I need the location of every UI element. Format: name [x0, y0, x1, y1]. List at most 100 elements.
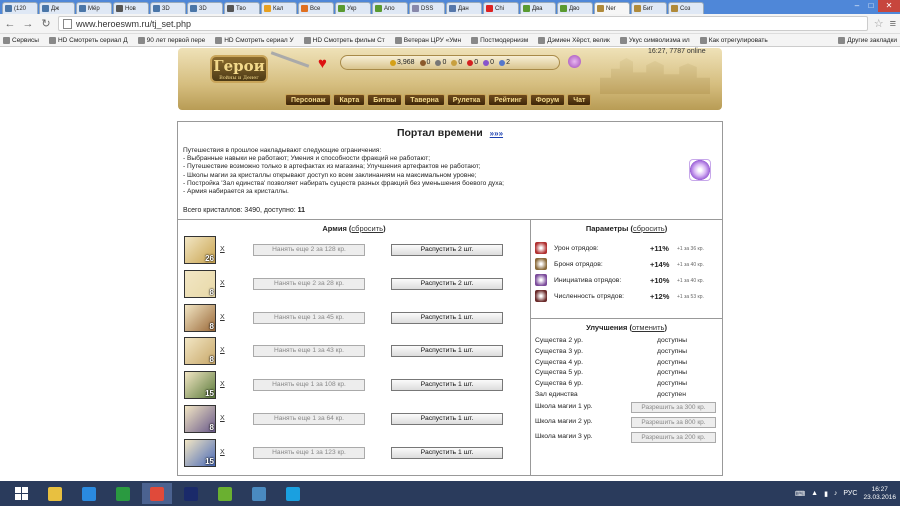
nav-link[interactable]: Рейтинг [488, 94, 528, 106]
resource-value: 0 [458, 59, 463, 66]
browser-tab[interactable]: Бит [631, 2, 667, 14]
dismiss-button[interactable]: Распустить 1 шт. [391, 345, 503, 358]
nav-link[interactable]: Чат [567, 94, 592, 106]
bookmark-item[interactable]: Дэмиен Хёрст, велик [538, 36, 610, 44]
close-icon[interactable]: ✕ [878, 0, 900, 12]
unit-portrait[interactable]: 15 [184, 438, 216, 467]
taskbar-app-button[interactable] [176, 483, 206, 504]
browser-tab[interactable]: Два [520, 2, 556, 14]
browser-tab[interactable]: Дво [557, 2, 593, 14]
browser-tab[interactable]: Кал [261, 2, 297, 14]
start-button[interactable] [6, 483, 36, 504]
nav-link[interactable]: Карта [333, 94, 366, 106]
browser-tab[interactable]: Нов [113, 2, 149, 14]
browser-tab[interactable]: Соз [668, 2, 704, 14]
bookmark-item[interactable]: Другие закладки [838, 36, 897, 44]
nav-link[interactable]: Рулетка [446, 94, 487, 106]
browser-tab[interactable]: DSS [409, 2, 445, 14]
browser-tab[interactable]: 3D [187, 2, 223, 14]
network-icon[interactable]: ▮ [824, 490, 828, 498]
browser-tab[interactable]: (120 [2, 2, 38, 14]
browser-tab[interactable]: 3D [150, 2, 186, 14]
url-input[interactable]: www.heroeswm.ru/tj_set.php [58, 16, 868, 31]
parameter-cost[interactable]: +1 за 36 кр. [677, 246, 704, 252]
bookmark-item[interactable]: HD Смотреть фильм Ст [303, 36, 385, 44]
taskbar-app-button[interactable] [244, 483, 274, 504]
resource-item: 3,968 [390, 59, 415, 66]
taskbar-app-button[interactable] [108, 483, 138, 504]
bookmark-item[interactable]: Ветеран ЦРУ «Умн [394, 36, 461, 44]
reload-icon[interactable]: ↻ [40, 17, 52, 30]
parameter-cost[interactable]: +1 за 53 кр. [677, 294, 704, 300]
browser-tab[interactable]: Укр [335, 2, 371, 14]
unit-portrait[interactable]: 8 [184, 405, 216, 433]
browser-tab[interactable]: Мёр [76, 2, 112, 14]
unit-remove-link[interactable]: X [220, 246, 225, 253]
browser-tab[interactable]: Дан [446, 2, 482, 14]
bookmark-item[interactable]: Как отрегулировать [699, 36, 768, 44]
parameter-cost[interactable]: +1 за 40 кр. [677, 262, 704, 268]
forward-icon[interactable]: → [22, 18, 34, 30]
unit-remove-link[interactable]: X [220, 314, 225, 321]
dismiss-button[interactable]: Распустить 1 шт. [391, 413, 503, 425]
hire-button: Нанять еще 2 за 128 кр. [253, 244, 365, 256]
taskbar-app-button[interactable] [142, 483, 172, 504]
params-reset-link[interactable]: сбросить [633, 224, 665, 233]
dismiss-button[interactable]: Распустить 1 шт. [391, 446, 503, 459]
bookmark-item[interactable]: 90 лет первой пере [137, 36, 205, 44]
unit-remove-link[interactable]: X [220, 280, 225, 287]
tab-favicon-icon [486, 5, 493, 12]
taskbar-app-button[interactable] [210, 483, 240, 504]
unit-portrait[interactable]: 15 [184, 371, 216, 400]
dismiss-button[interactable]: Распустить 1 шт. [391, 379, 503, 392]
crystals-label: Всего кристаллов: 3490, доступно: [183, 207, 296, 214]
nav-link[interactable]: Персонаж [285, 94, 332, 106]
language-indicator[interactable]: РУС [843, 490, 857, 497]
bookmark-star-icon[interactable]: ☆ [874, 17, 884, 30]
bookmark-item[interactable]: Укус символизма ил [619, 36, 690, 44]
browser-tab[interactable]: Дж [39, 2, 75, 14]
nav-link[interactable]: Форум [529, 94, 566, 106]
maximize-icon[interactable]: □ [864, 0, 878, 12]
browser-menu-icon[interactable]: ≡ [890, 18, 896, 30]
unit-remove-link[interactable]: X [220, 347, 225, 354]
volume-icon[interactable]: ♪ [834, 490, 838, 497]
more-link[interactable]: »»» [490, 129, 503, 138]
bookmark-item[interactable]: Сервисы [3, 36, 39, 44]
browser-tab[interactable]: Тво [224, 2, 260, 14]
taskbar-app-button[interactable] [278, 483, 308, 504]
parameter-cost[interactable]: +1 за 40 кр. [677, 278, 704, 284]
back-icon[interactable]: ← [4, 18, 16, 30]
bookmark-item[interactable]: Постмодернизм [471, 36, 528, 44]
nav-link[interactable]: Таверна [404, 94, 445, 106]
minimize-icon[interactable]: – [850, 0, 864, 12]
bookmark-item[interactable]: HD Смотреть сериал У [215, 36, 294, 44]
unit-remove-link[interactable]: X [220, 381, 225, 388]
upgrades-cancel-link[interactable]: отменить [632, 323, 664, 332]
browser-tab[interactable]: Ner [594, 2, 630, 14]
browser-tab[interactable]: Апо [372, 2, 408, 14]
keyboard-icon[interactable]: ⌨ [795, 490, 805, 498]
unit-portrait[interactable]: 8 [184, 303, 216, 332]
taskbar-app-button[interactable] [74, 483, 104, 504]
dismiss-button[interactable]: Распустить 2 шт. [391, 277, 503, 290]
system-tray: ⌨ ▲ ▮ ♪ РУС 16:27 23.03.2016 [795, 486, 900, 502]
army-reset-link[interactable]: сбросить [351, 224, 383, 233]
clock[interactable]: 16:27 23.03.2016 [863, 486, 896, 502]
up-arrow-icon[interactable]: ▲ [811, 490, 818, 497]
bookmark-item[interactable]: HD Смотреть сериал Д [48, 36, 128, 44]
magic-school-name: Школа магии 2 ур. [535, 418, 593, 425]
nav-link[interactable]: Битвы [367, 94, 403, 106]
unit-portrait[interactable]: 8 [184, 269, 216, 298]
browser-tab[interactable]: Все [298, 2, 334, 14]
unit-portrait[interactable]: 26 [184, 236, 216, 264]
dismiss-button[interactable]: Распустить 1 шт. [391, 311, 503, 324]
browser-tab[interactable]: Chi [483, 2, 519, 14]
game-logo[interactable]: Герои Войны и Денег [210, 55, 268, 83]
dismiss-button[interactable]: Распустить 2 шт. [391, 244, 503, 256]
unit-remove-link[interactable]: X [220, 415, 225, 422]
bookmark-favicon-icon [3, 36, 10, 44]
unit-portrait[interactable]: 8 [184, 337, 216, 366]
unit-remove-link[interactable]: X [220, 449, 225, 456]
taskbar-app-button[interactable] [40, 483, 70, 504]
